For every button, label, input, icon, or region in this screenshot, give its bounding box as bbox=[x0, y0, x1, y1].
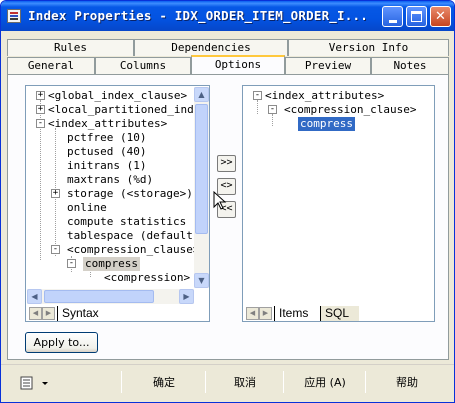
right-tab-nav-right-icon[interactable]: ▶ bbox=[259, 307, 272, 320]
right-tree-item-compression-clause[interactable]: <compression_clause> bbox=[284, 103, 416, 117]
title-bar[interactable]: Index Properties - IDX_ORDER_ITEM_ORDER_… bbox=[1, 1, 454, 31]
tab-nav-left-icon[interactable]: ◀ bbox=[29, 307, 42, 320]
left-vertical-scrollbar[interactable]: ▲ ▼ bbox=[194, 87, 209, 288]
tree-item-online[interactable]: online bbox=[67, 201, 107, 215]
expander-compress[interactable]: - bbox=[67, 259, 76, 268]
tree-item-compression[interactable]: <compression> bbox=[104, 271, 190, 285]
expander-local-partitioned[interactable]: + bbox=[36, 105, 45, 114]
items-tree-panel[interactable]: - <index_attributes> - <compression_clau… bbox=[242, 85, 435, 322]
tree-item-pctfree[interactable]: pctfree (10) bbox=[67, 131, 146, 145]
tree-item-initrans[interactable]: initrans (1) bbox=[67, 159, 146, 173]
tab-sql[interactable]: SQL bbox=[320, 306, 360, 321]
left-horizontal-scrollbar[interactable]: ◀ ▶ bbox=[27, 289, 194, 304]
maximize-button[interactable] bbox=[406, 6, 427, 27]
mouse-cursor-icon bbox=[213, 191, 227, 210]
tab-rules[interactable]: Rules bbox=[7, 39, 134, 56]
add-all-button[interactable]: >> bbox=[217, 155, 236, 172]
tree-item-global-index-clause[interactable]: <global_index_clause> bbox=[48, 89, 187, 103]
tab-preview[interactable]: Preview bbox=[285, 57, 371, 74]
expander-global-index[interactable]: + bbox=[36, 91, 45, 100]
tab-general[interactable]: General bbox=[7, 57, 95, 74]
cancel-button[interactable]: 取消 bbox=[207, 371, 283, 393]
close-button[interactable]: ✕ bbox=[430, 6, 451, 27]
scroll-right-button[interactable]: ▶ bbox=[179, 289, 194, 304]
syntax-tree-panel[interactable]: + <global_index_clause> + <local_partiti… bbox=[25, 85, 210, 322]
tree-item-pctused[interactable]: pctused (40) bbox=[67, 145, 146, 159]
minimize-button[interactable] bbox=[382, 6, 403, 27]
footer-divider bbox=[1, 364, 454, 365]
expander-compression-clause[interactable]: - bbox=[51, 245, 60, 254]
window-title: Index Properties - IDX_ORDER_ITEM_ORDER_… bbox=[28, 8, 368, 23]
scroll-up-button[interactable]: ▲ bbox=[194, 87, 209, 102]
tab-syntax[interactable]: Syntax bbox=[57, 306, 109, 321]
scroll-left-button[interactable]: ◀ bbox=[27, 289, 42, 304]
expander-storage[interactable]: + bbox=[51, 189, 60, 198]
tab-row-upper: Rules Dependencies Version Info bbox=[7, 39, 449, 56]
tree-item-maxtrans[interactable]: maxtrans (%d) bbox=[67, 173, 153, 187]
tree-item-local-partitioned-index[interactable]: <local_partitioned_index bbox=[48, 103, 207, 117]
ok-button[interactable]: 确定 bbox=[123, 371, 205, 393]
right-tree-item-index-attributes[interactable]: <index_attributes> bbox=[265, 89, 384, 103]
apply-button[interactable]: 应用 (A) bbox=[285, 371, 365, 393]
tree-item-tablespace[interactable]: tablespace (default) bbox=[67, 229, 199, 243]
app-icon bbox=[7, 9, 21, 23]
expander-index-attributes[interactable]: - bbox=[36, 119, 45, 128]
tree-item-compute-statistics[interactable]: compute statistics bbox=[67, 215, 186, 229]
tab-options[interactable]: Options bbox=[191, 55, 285, 74]
tab-notes[interactable]: Notes bbox=[371, 57, 449, 74]
right-tree-item-compress[interactable]: compress bbox=[298, 117, 355, 131]
tree-item-compress[interactable]: compress bbox=[83, 257, 140, 271]
tree-item-index-attributes[interactable]: <index_attributes> bbox=[48, 117, 167, 131]
footer-menu-button[interactable] bbox=[13, 371, 53, 393]
tab-row-lower: General Columns Options Preview Notes bbox=[7, 55, 449, 74]
tab-nav-right-icon[interactable]: ▶ bbox=[42, 307, 55, 320]
list-icon bbox=[20, 376, 48, 390]
tab-dependencies[interactable]: Dependencies bbox=[134, 39, 288, 56]
expander-right-compression-clause[interactable]: - bbox=[268, 105, 277, 114]
tab-items[interactable]: Items bbox=[274, 306, 319, 321]
hscroll-thumb[interactable] bbox=[44, 290, 154, 303]
scroll-thumb[interactable] bbox=[195, 104, 208, 234]
apply-to-button[interactable]: Apply to... bbox=[25, 332, 98, 353]
tab-version-info[interactable]: Version Info bbox=[288, 39, 449, 56]
syntax-bottom-tabs: ◀ ▶ Syntax bbox=[25, 305, 210, 322]
items-bottom-tabs: ◀ ▶ Items SQL bbox=[242, 305, 435, 322]
tree-item-storage[interactable]: storage (<storage>) bbox=[67, 187, 193, 201]
help-button[interactable]: 帮助 bbox=[367, 371, 447, 393]
expander-right-index-attributes[interactable]: - bbox=[253, 91, 262, 100]
tab-columns[interactable]: Columns bbox=[95, 57, 191, 74]
tree-item-compression-clause[interactable]: <compression_clause> bbox=[67, 243, 199, 257]
index-properties-window: Index Properties - IDX_ORDER_ITEM_ORDER_… bbox=[0, 0, 455, 403]
scroll-down-button[interactable]: ▼ bbox=[194, 273, 209, 288]
right-tab-nav-left-icon[interactable]: ◀ bbox=[246, 307, 259, 320]
